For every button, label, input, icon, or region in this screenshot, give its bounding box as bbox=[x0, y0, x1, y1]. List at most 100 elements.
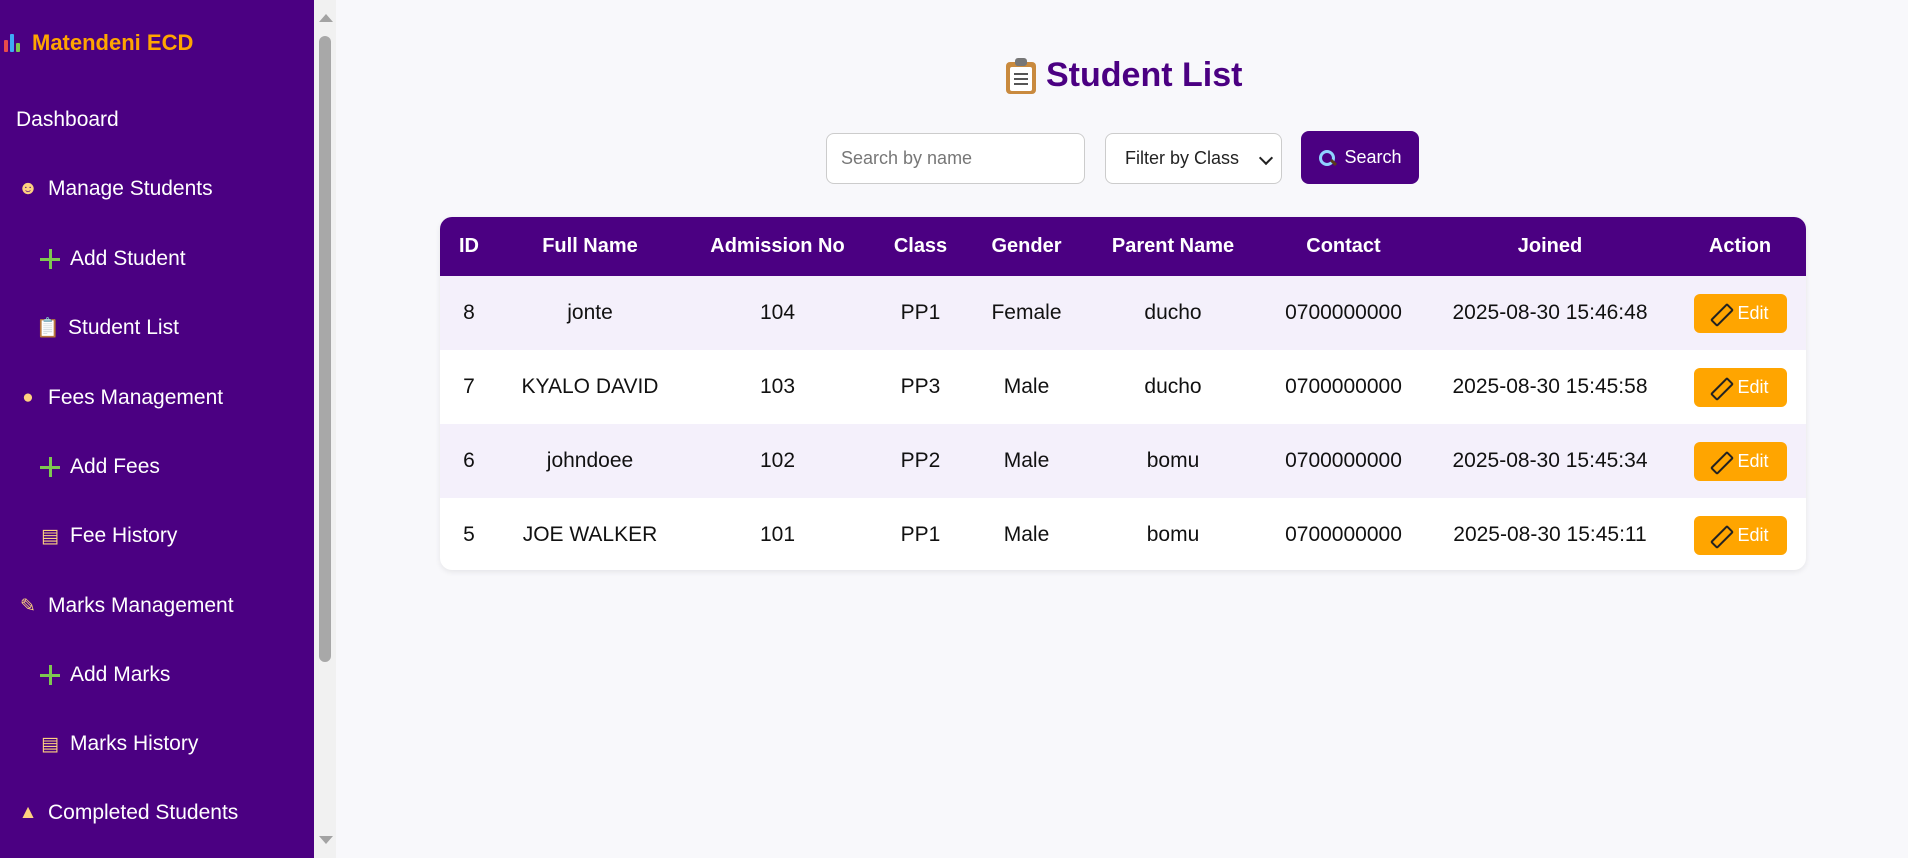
scrollbar-thumb[interactable] bbox=[319, 36, 331, 662]
cell-parent-name: bomu bbox=[1146, 523, 1200, 546]
sidebar-item-label: Marks History bbox=[70, 732, 199, 755]
sidebar-item-label: Add Fees bbox=[70, 455, 160, 478]
pencil-icon bbox=[1711, 452, 1729, 470]
cell-admission-no: 101 bbox=[759, 523, 796, 546]
sidebar-item-add-fees[interactable]: Add Fees bbox=[38, 455, 160, 479]
sidebar-item-label: Student List bbox=[68, 316, 179, 339]
cell-gender: Male bbox=[968, 424, 1085, 498]
sidebar-item-label: Fee History bbox=[70, 524, 178, 547]
pencil-icon bbox=[1711, 304, 1729, 322]
cell-contact: 0700000000 bbox=[1261, 276, 1426, 350]
cell-id: 8 bbox=[440, 276, 498, 350]
edit-button-label: Edit bbox=[1737, 524, 1769, 545]
scroll-up-arrow-icon[interactable] bbox=[319, 14, 333, 22]
cell-full-name: jonte bbox=[498, 276, 682, 350]
edit-button[interactable]: Edit bbox=[1693, 293, 1787, 333]
sidebar-item-label: Completed Students bbox=[48, 801, 239, 824]
sidebar-item-dashboard[interactable]: Dashboard bbox=[16, 108, 119, 132]
cell-contact: 0700000000 bbox=[1285, 375, 1402, 398]
edit-button-label: Edit bbox=[1737, 450, 1769, 471]
cell-full-name: KYALO DAVID bbox=[521, 375, 659, 398]
cell-action: Edit bbox=[1674, 350, 1806, 424]
scroll-icon: ▤ bbox=[41, 733, 59, 755]
pencil-icon bbox=[1711, 526, 1729, 544]
column-header: Parent Name bbox=[1085, 217, 1261, 276]
sidebar-item-completed-students[interactable]: ▲ Completed Students bbox=[16, 801, 239, 825]
cell-id: 5 bbox=[463, 523, 475, 546]
sidebar: Matendeni ECD Dashboard ☻ Manage Student… bbox=[0, 0, 314, 858]
scroll-down-arrow-icon[interactable] bbox=[319, 836, 333, 844]
sidebar-item-fees-management[interactable]: ● Fees Management bbox=[16, 386, 223, 410]
sidebar-item-add-marks[interactable]: Add Marks bbox=[38, 663, 170, 687]
column-header: Admission No bbox=[682, 217, 873, 276]
plus-icon bbox=[38, 663, 62, 687]
table-row: 5 JOE WALKER 101 PP1 Male bomu 070000000… bbox=[440, 498, 1806, 570]
cell-gender: Male bbox=[1003, 375, 1050, 398]
sidebar-item-marks-history[interactable]: ▤ Marks History bbox=[38, 732, 198, 756]
cell-action: Edit bbox=[1674, 276, 1806, 350]
sidebar-item-marks-management[interactable]: ✎ Marks Management bbox=[16, 594, 234, 618]
class-filter-select[interactable]: Filter by Class bbox=[1105, 133, 1282, 184]
cell-class: PP1 bbox=[873, 276, 968, 350]
cell-class: PP3 bbox=[900, 375, 941, 398]
cell-id: 7 bbox=[463, 375, 475, 398]
column-header: Contact bbox=[1261, 217, 1426, 276]
class-filter-value: Filter by Class bbox=[1125, 148, 1240, 168]
magnifier-icon bbox=[1318, 149, 1336, 167]
cell-class: PP2 bbox=[873, 424, 968, 498]
clipboard-icon: 📋 bbox=[36, 318, 60, 339]
plus-icon bbox=[38, 455, 62, 479]
graduation-cap-icon: ▲ bbox=[18, 802, 38, 823]
cell-gender: Female bbox=[968, 276, 1085, 350]
column-header: Joined bbox=[1426, 217, 1674, 276]
table-row: 6 johndoee 102 PP2 Male bomu 0700000000 … bbox=[440, 424, 1806, 498]
sidebar-item-student-list[interactable]: 📋 Student List bbox=[36, 316, 179, 340]
brand[interactable]: Matendeni ECD bbox=[2, 30, 193, 56]
pencil-icon bbox=[1711, 378, 1729, 396]
cell-id: 6 bbox=[440, 424, 498, 498]
student-table-card: ID Full Name Admission No Class Gender P… bbox=[440, 217, 1806, 570]
cell-joined: 2025-08-30 15:45:34 bbox=[1426, 424, 1674, 498]
cell-gender: Male bbox=[1003, 523, 1050, 546]
edit-button-label: Edit bbox=[1737, 302, 1769, 323]
sidebar-item-label: Dashboard bbox=[16, 108, 119, 131]
table-row: 7 KYALO DAVID 103 PP3 Male ducho 0700000… bbox=[440, 350, 1806, 424]
sidebar-item-add-student[interactable]: Add Student bbox=[38, 247, 186, 271]
sidebar-item-fee-history[interactable]: ▤ Fee History bbox=[38, 524, 177, 548]
sidebar-item-label: Marks Management bbox=[48, 594, 234, 617]
cell-contact: 0700000000 bbox=[1285, 523, 1402, 546]
search-input[interactable] bbox=[826, 133, 1085, 184]
edit-button-label: Edit bbox=[1737, 376, 1769, 397]
column-header: ID bbox=[440, 217, 498, 276]
column-header: Gender bbox=[968, 217, 1085, 276]
cell-admission-no: 103 bbox=[759, 375, 796, 398]
sidebar-item-label: Fees Management bbox=[48, 386, 224, 409]
table-header-row: ID Full Name Admission No Class Gender P… bbox=[440, 217, 1806, 276]
brand-name: Matendeni ECD bbox=[32, 30, 194, 55]
cell-contact: 0700000000 bbox=[1261, 424, 1426, 498]
scroll-icon: ▤ bbox=[41, 525, 59, 547]
cell-joined: 2025-08-30 15:46:48 bbox=[1426, 276, 1674, 350]
sidebar-scrollbar[interactable] bbox=[314, 0, 336, 858]
column-header: Full Name bbox=[498, 217, 682, 276]
cell-full-name: JOE WALKER bbox=[522, 523, 658, 546]
sidebar-item-manage-students[interactable]: ☻ Manage Students bbox=[16, 177, 213, 201]
cell-action: Edit bbox=[1674, 424, 1806, 498]
search-button-label: Search bbox=[1344, 147, 1402, 167]
edit-button[interactable]: Edit bbox=[1693, 441, 1787, 481]
cell-admission-no: 104 bbox=[682, 276, 873, 350]
cell-parent-name: ducho bbox=[1144, 375, 1202, 398]
cell-parent-name: ducho bbox=[1085, 276, 1261, 350]
cell-joined: 2025-08-30 15:45:11 bbox=[1453, 523, 1647, 546]
cell-class: PP1 bbox=[900, 523, 941, 546]
page-title: Student List bbox=[1006, 56, 1242, 95]
cell-action: Edit bbox=[1674, 498, 1806, 570]
edit-button[interactable]: Edit bbox=[1693, 367, 1787, 407]
edit-button[interactable]: Edit bbox=[1693, 515, 1787, 555]
search-button[interactable]: Search bbox=[1301, 131, 1419, 184]
sidebar-item-label: Add Marks bbox=[70, 663, 171, 686]
sidebar-item-label: Add Student bbox=[70, 247, 186, 270]
cell-admission-no: 102 bbox=[682, 424, 873, 498]
sidebar-item-label: Manage Students bbox=[48, 177, 213, 200]
page-title-text: Student List bbox=[1046, 56, 1243, 94]
